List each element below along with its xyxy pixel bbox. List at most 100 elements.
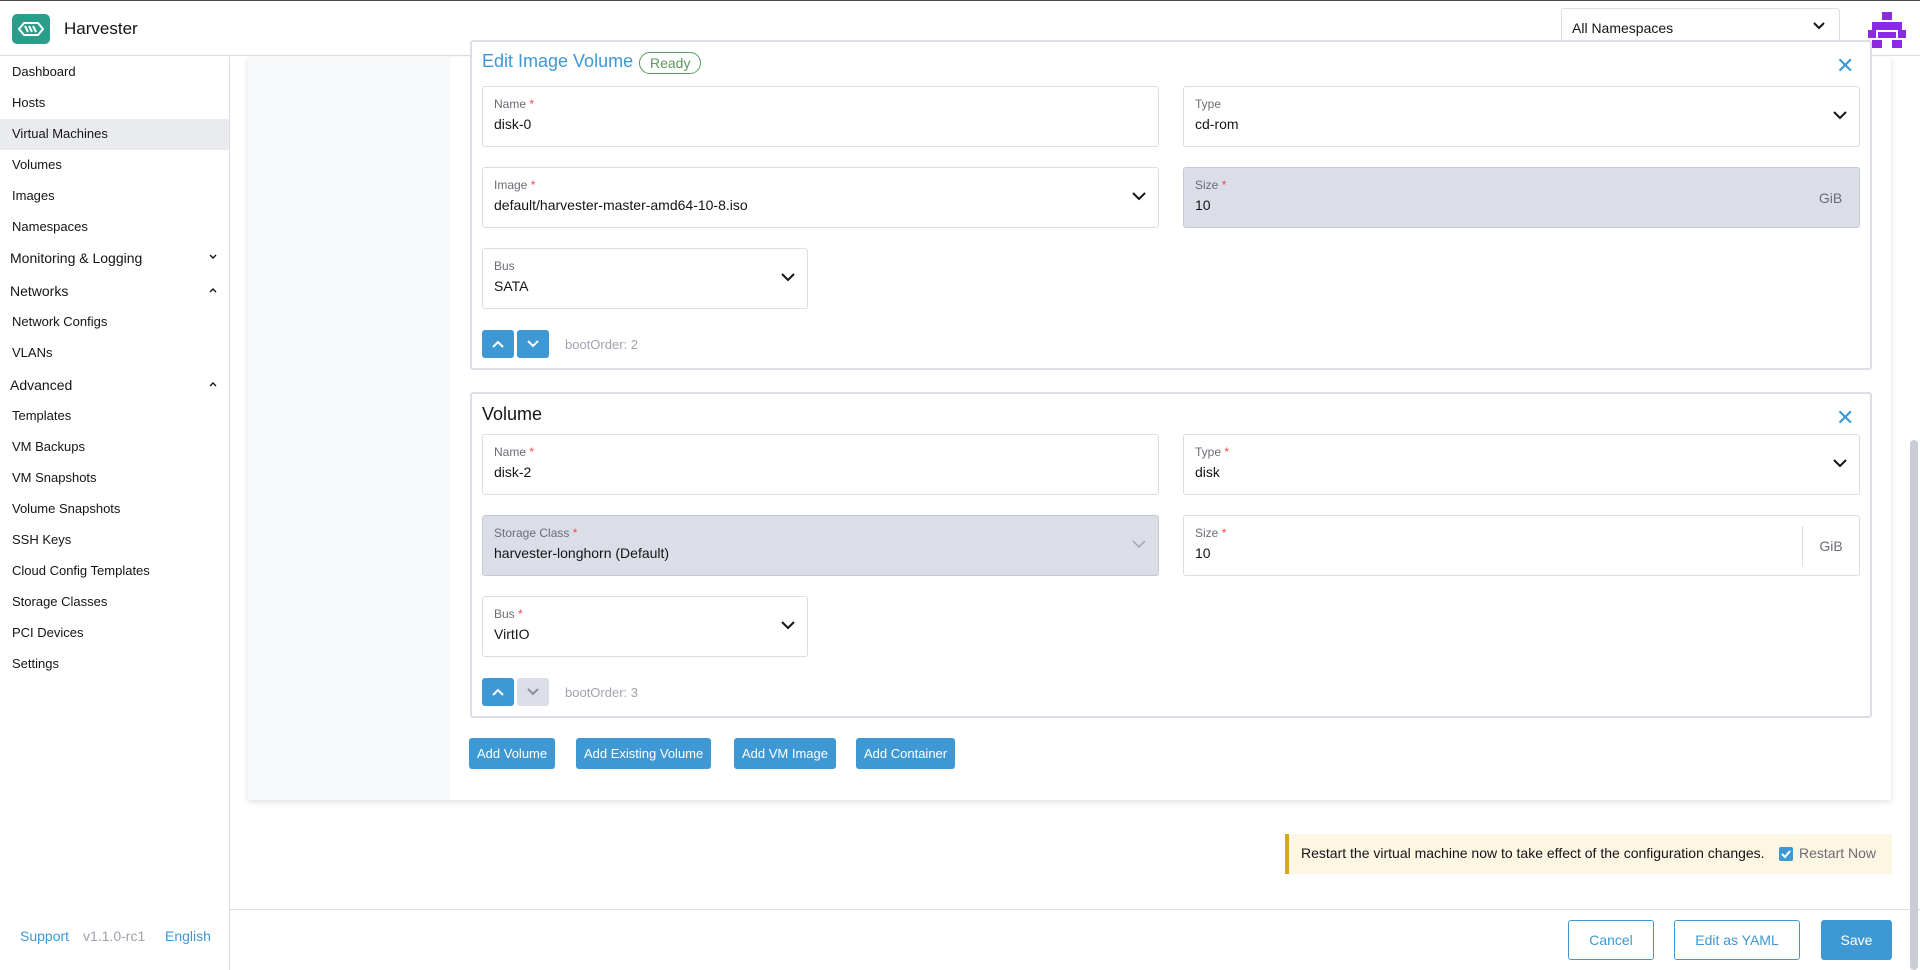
add-container-button[interactable]: Add Container (856, 738, 956, 769)
sidebar-group-advanced-label: Advanced (10, 377, 73, 393)
checkmark-icon (1781, 850, 1791, 859)
volume-1-type-select[interactable]: Type cd-rom (1183, 86, 1860, 147)
volume-1-size-field: Size * 10 GiB (1183, 167, 1860, 228)
form-footer: Cancel Edit as YAML Save (230, 909, 1920, 970)
harvester-logo-icon[interactable] (12, 14, 50, 44)
chevron-down-icon (209, 254, 217, 259)
required-marker: * (529, 445, 535, 459)
volume-1-bus-select[interactable]: Bus SATA (482, 248, 808, 309)
vm-edit-tabs-area (248, 57, 450, 800)
field-label: Type (1195, 97, 1222, 111)
restart-notice: Restart the virtual machine now to take … (1285, 834, 1892, 874)
support-link[interactable]: Support (20, 928, 69, 944)
sidebar-item-templates[interactable]: Templates (0, 401, 229, 432)
sidebar-item-images[interactable]: Images (0, 181, 229, 212)
volume-2-type-select[interactable]: Type * disk (1183, 434, 1860, 495)
field-value: default/harvester-master-amd64-10-8.iso (494, 197, 748, 213)
chevron-up-icon (492, 688, 504, 696)
required-marker: * (518, 607, 523, 621)
field-label: Storage Class (494, 526, 570, 540)
sidebar-item-vm-backups[interactable]: VM Backups (0, 432, 229, 463)
cancel-button[interactable]: Cancel (1568, 920, 1654, 960)
field-value: 10 (1195, 545, 1211, 561)
required-marker: * (530, 178, 536, 192)
sidebar-group-networks[interactable]: Networks (0, 276, 229, 307)
field-label: Size (1195, 178, 1219, 192)
app-title: Harvester (64, 19, 138, 38)
sidebar-group-networks-label: Networks (10, 283, 69, 299)
restart-now-label[interactable]: Restart Now (1799, 845, 1876, 861)
sidebar-group-advanced[interactable]: Advanced (0, 370, 229, 401)
required-marker: * (1224, 445, 1230, 459)
chevron-down-icon (781, 273, 795, 282)
move-down-button[interactable] (517, 330, 549, 358)
sidebar-item-vm-snapshots[interactable]: VM Snapshots (0, 463, 229, 494)
volume-2-storage-class-select: Storage Class * harvester-longhorn (Defa… (482, 515, 1159, 576)
volume-1-name-field[interactable]: Name * disk-0 (482, 86, 1159, 147)
page-scrollbar[interactable] (1910, 440, 1918, 970)
sidebar-footer: Support v1.1.0-rc1 English (0, 910, 229, 970)
save-button[interactable]: Save (1821, 920, 1892, 960)
chevron-up-icon (492, 340, 504, 348)
field-label: Bus (494, 259, 515, 273)
sidebar-group-monitoring[interactable]: Monitoring & Logging (0, 243, 229, 274)
field-value: disk-0 (494, 116, 532, 132)
chevron-down-icon (1813, 22, 1825, 30)
field-label: Size (1195, 526, 1219, 540)
status-badge: Ready (639, 52, 702, 74)
restart-now-checkbox[interactable] (1779, 847, 1793, 861)
required-marker: * (1221, 526, 1227, 540)
sidebar-item-pci-devices[interactable]: PCI Devices (0, 618, 229, 649)
sidebar-item-settings[interactable]: Settings (0, 649, 229, 680)
sidebar-item-volumes[interactable]: Volumes (0, 150, 229, 181)
volume-1-title: Edit Image Volume (482, 51, 634, 71)
volume-2-name-field[interactable]: Name * disk-2 (482, 434, 1159, 495)
field-label: Type (1195, 445, 1222, 459)
chevron-up-icon (209, 288, 217, 293)
sidebar-item-hosts[interactable]: Hosts (0, 88, 229, 119)
sidebar-item-storage-classes[interactable]: Storage Classes (0, 587, 229, 618)
sidebar-group-monitoring-label: Monitoring & Logging (10, 250, 143, 266)
chevron-down-icon (1833, 459, 1847, 468)
volume-2-size-field[interactable]: Size * 10 GiB (1183, 515, 1860, 576)
size-unit: GiB (1818, 190, 1843, 206)
chevron-down-icon (1132, 540, 1146, 549)
field-label: Bus (494, 607, 515, 621)
move-up-button[interactable] (482, 678, 514, 706)
volume-1-image-select[interactable]: Image * default/harvester-master-amd64-1… (482, 167, 1159, 228)
field-label: Name (494, 445, 527, 459)
restart-notice-message: Restart the virtual machine now to take … (1301, 845, 1765, 861)
sidebar: Dashboard Hosts Virtual Machines Volumes… (0, 57, 230, 970)
chevron-down-icon (527, 688, 539, 696)
move-up-button[interactable] (482, 330, 514, 358)
add-existing-volume-button[interactable]: Add Existing Volume (576, 738, 712, 769)
sidebar-item-network-configs[interactable]: Network Configs (0, 307, 229, 338)
sidebar-item-cloud-config-templates[interactable]: Cloud Config Templates (0, 556, 229, 587)
close-icon[interactable]: ✕ (1836, 55, 1854, 77)
volume-2-bus-select[interactable]: Bus * VirtIO (482, 596, 808, 657)
sidebar-item-dashboard[interactable]: Dashboard (0, 57, 229, 88)
field-value: SATA (494, 278, 529, 294)
sidebar-item-volume-snapshots[interactable]: Volume Snapshots (0, 494, 229, 525)
sidebar-item-ssh-keys[interactable]: SSH Keys (0, 525, 229, 556)
sidebar-item-virtual-machines[interactable]: Virtual Machines (0, 119, 229, 150)
field-value: disk-2 (494, 464, 532, 480)
field-value: VirtIO (494, 626, 530, 642)
boot-order-label: bootOrder: 3 (565, 685, 638, 700)
sidebar-item-namespaces[interactable]: Namespaces (0, 212, 229, 243)
required-marker: * (572, 526, 578, 540)
version-label: v1.1.0-rc1 (83, 928, 146, 944)
chevron-down-icon (1132, 192, 1146, 201)
volume-2-title: Volume (482, 404, 543, 424)
add-volume-button[interactable]: Add Volume (469, 738, 556, 769)
chevron-down-icon (781, 621, 795, 630)
language-link[interactable]: English (165, 928, 211, 944)
sidebar-item-vlans[interactable]: VLANs (0, 338, 229, 369)
add-vm-image-button[interactable]: Add VM Image (734, 738, 836, 769)
close-icon[interactable]: ✕ (1836, 407, 1854, 429)
edit-as-yaml-button[interactable]: Edit as YAML (1674, 920, 1800, 960)
chevron-down-icon (1833, 111, 1847, 120)
user-avatar-icon[interactable] (1868, 10, 1906, 48)
field-value: cd-rom (1195, 116, 1239, 132)
field-label: Name (494, 97, 527, 111)
